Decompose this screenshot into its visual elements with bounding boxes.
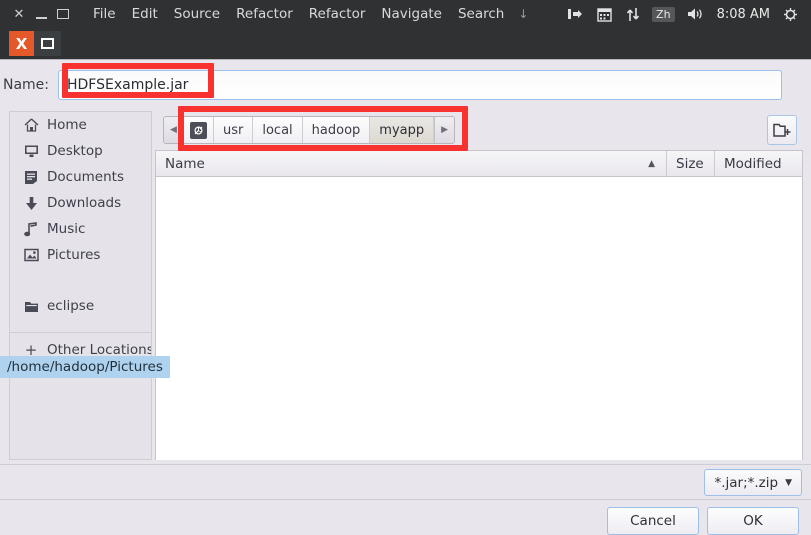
- sidebar-item-pictures[interactable]: Pictures: [10, 242, 151, 268]
- new-folder-icon: [773, 122, 791, 138]
- sidebar-item-label: Music: [47, 221, 86, 237]
- menu-refactor[interactable]: Refactor: [228, 0, 301, 28]
- menu-navigate[interactable]: Navigate: [373, 0, 450, 28]
- system-tray: Zh 8:08 AM: [560, 0, 805, 28]
- breadcrumb-item-usr[interactable]: usr: [214, 117, 254, 143]
- menu-search[interactable]: Search: [450, 0, 512, 28]
- filter-bar: *.jar;*.zip ▼: [0, 464, 811, 499]
- places-sidebar: Home Desktop Documents Downloads Music P…: [9, 111, 152, 460]
- sidebar-item-label: Home: [47, 117, 87, 133]
- menu-file[interactable]: File: [85, 0, 124, 28]
- path-tooltip: /home/hadoop/Pictures: [0, 356, 170, 378]
- file-list[interactable]: Name ▲ Size Modified: [155, 150, 803, 460]
- file-type-filter-label: *.jar;*.zip: [714, 474, 779, 491]
- sidebar-item-label: Desktop: [47, 143, 103, 159]
- menu-refactor-2[interactable]: Refactor: [301, 0, 374, 28]
- sidebar-item-eclipse[interactable]: eclipse: [10, 293, 151, 319]
- sidebar-item-downloads[interactable]: Downloads: [10, 190, 151, 216]
- column-header-name-label: Name: [165, 155, 205, 172]
- square-icon: [41, 38, 54, 49]
- path-row: ◀ usr local hadoop myapp ▶: [155, 111, 803, 150]
- sidebar-divider: [10, 332, 151, 333]
- menu-source[interactable]: Source: [166, 0, 228, 28]
- menu-overflow-icon[interactable]: ↓: [512, 7, 534, 21]
- breadcrumb-item-hadoop[interactable]: hadoop: [302, 117, 371, 143]
- breadcrumb: ◀ usr local hadoop myapp ▶: [163, 116, 456, 144]
- calendar-icon[interactable]: [590, 0, 619, 28]
- file-list-body[interactable]: [156, 177, 802, 460]
- chevron-down-icon: ▼: [785, 477, 792, 488]
- clock[interactable]: 8:08 AM: [711, 7, 776, 22]
- sidebar-item-home[interactable]: Home: [10, 112, 151, 138]
- application-menus: File Edit Source Refactor Refactor Navig…: [85, 0, 534, 28]
- breadcrumb-root[interactable]: [184, 117, 214, 143]
- power-gear-icon[interactable]: [776, 0, 805, 28]
- ok-button[interactable]: OK: [707, 507, 799, 535]
- network-activity-icon[interactable]: [619, 0, 647, 28]
- name-row: Name:: [0, 69, 811, 101]
- volume-icon[interactable]: [680, 0, 711, 28]
- name-input[interactable]: [58, 70, 782, 100]
- sidebar-item-label: Downloads: [47, 195, 122, 211]
- sidebar-item-music[interactable]: Music: [10, 216, 151, 242]
- column-header-size[interactable]: Size: [666, 151, 714, 176]
- close-app-button[interactable]: X: [9, 31, 34, 56]
- task-strip: X: [0, 28, 811, 59]
- filesystem-root-icon: [190, 121, 207, 139]
- file-chooser-dialog: Name: Home Desktop Documents Downl: [0, 59, 811, 535]
- system-menu-bar: ✕ File Edit Source Refactor Refactor Nav…: [0, 0, 811, 28]
- breadcrumb-scroll-right-icon[interactable]: ▶: [434, 117, 455, 143]
- breadcrumb-scroll-left-icon[interactable]: ◀: [164, 117, 184, 143]
- breadcrumb-item-myapp[interactable]: myapp: [370, 117, 435, 143]
- window-close-button[interactable]: ✕: [8, 0, 30, 28]
- cancel-button[interactable]: Cancel: [607, 507, 699, 535]
- menu-edit[interactable]: Edit: [124, 0, 166, 28]
- restore-window-button[interactable]: [34, 31, 61, 56]
- name-label: Name:: [2, 77, 49, 93]
- input-method-indicator[interactable]: Zh: [652, 6, 675, 22]
- sidebar-item-label: Documents: [47, 169, 124, 185]
- sidebar-item-label: Pictures: [47, 247, 101, 263]
- sidebar-item-label: eclipse: [47, 298, 95, 314]
- file-browser-pane: ◀ usr local hadoop myapp ▶ Name ▲ Size M…: [155, 111, 803, 460]
- dialog-action-bar: Cancel OK: [0, 499, 811, 535]
- music-icon: [20, 221, 42, 237]
- file-list-header: Name ▲ Size Modified: [156, 151, 802, 177]
- create-folder-button[interactable]: [767, 115, 797, 145]
- file-type-filter-dropdown[interactable]: *.jar;*.zip ▼: [704, 469, 802, 496]
- pictures-icon: [20, 248, 42, 262]
- desktop-icon: [20, 144, 42, 158]
- home-icon: [20, 118, 42, 132]
- breadcrumb-item-local[interactable]: local: [253, 117, 303, 143]
- sort-ascending-icon: ▲: [648, 158, 655, 169]
- folder-icon: [20, 300, 42, 313]
- documents-icon: [20, 170, 42, 185]
- window-minimize-button[interactable]: [30, 0, 52, 28]
- download-icon: [20, 196, 42, 211]
- window-maximize-button[interactable]: [52, 0, 74, 28]
- vpn-icon[interactable]: [560, 0, 590, 28]
- sidebar-item-documents[interactable]: Documents: [10, 164, 151, 190]
- column-header-name[interactable]: Name ▲: [156, 151, 666, 176]
- sidebar-item-desktop[interactable]: Desktop: [10, 138, 151, 164]
- column-header-modified[interactable]: Modified: [714, 151, 802, 176]
